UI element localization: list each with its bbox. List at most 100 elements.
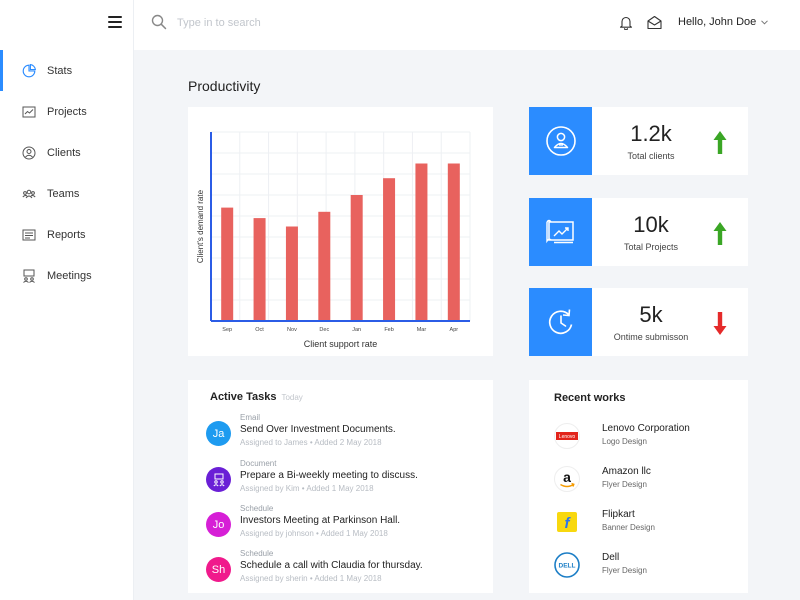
stat-icon-box [529,288,592,356]
productivity-chart-card: Sep Oct Nov Dec Jan Feb Mar Apr Client support r… [188,107,493,356]
team-icon [22,187,36,201]
user-circle-icon [22,146,36,160]
sidebar: Stats Projects Clients Teams Reports Mee… [0,0,134,600]
meetings-icon [22,269,36,283]
x-tick-label: Oct [255,327,264,333]
work-type: Banner Design [602,523,655,532]
task-type: Schedule [240,504,274,513]
chart-bar [415,163,428,321]
stat-card-ontime[interactable]: 5k Ontime submisson [529,288,748,356]
client-badge-icon [545,126,576,156]
task-title[interactable]: Prepare a Bi-weekly meeting to discuss. [240,470,418,481]
bell-icon[interactable] [619,15,633,30]
sidebar-item-stats[interactable]: Stats [0,50,134,91]
x-tick-label: Dec [319,327,329,333]
chart-bar [253,218,266,321]
avatar[interactable]: Ja [206,421,231,446]
avatar[interactable]: Sh [206,557,231,582]
dell-logo: DELL [554,552,580,578]
work-item[interactable]: a Amazon llc Flyer Design [554,462,744,496]
chart-bar [318,211,331,321]
task-item[interactable]: Jo Schedule Investors Meeting at Parkins… [206,504,486,548]
chevron-down-icon [761,19,769,25]
task-item[interactable]: Ja Email Send Over Investment Documents.… [206,413,486,457]
task-type: Schedule [240,549,274,558]
stat-label: Total clients [627,151,675,161]
active-tasks-subtitle: Today [281,393,303,402]
sidebar-item-label: Clients [47,146,81,159]
user-greeting: Hello, John Doe [678,16,757,28]
lenovo-logo: Lenovo [554,423,580,449]
productivity-bar-chart: Sep Oct Nov Dec Jan Feb Mar Apr Client support r… [196,131,471,349]
stat-label: Ontime submisson [613,332,689,342]
task-type: Document [240,459,277,468]
work-type: Flyer Design [602,566,647,575]
task-meta: Assigned by johnson • Added 1 May 2018 [240,529,388,538]
x-tick-label: Jan [352,327,361,333]
x-tick-label: Feb [384,327,393,333]
top-bar: Hello, John Doe [134,0,800,50]
projects-icon [22,105,36,119]
chart-bar [350,195,363,321]
lenovo-logo-text: Lenovo [559,434,576,440]
recent-works-title: Recent works [554,392,626,404]
amazon-logo-text: a [563,469,571,485]
work-item[interactable]: DELL Dell Flyer Design [554,548,744,582]
amazon-logo: a [554,466,580,492]
chart-bar [221,207,234,321]
work-type: Logo Design [602,437,647,446]
project-board-icon [545,219,574,244]
page-title: Productivity [188,78,261,94]
sidebar-item-reports[interactable]: Reports [0,214,134,255]
avatar[interactable] [206,467,231,492]
stat-value: 10k [633,212,669,237]
stat-icon-box [529,198,592,266]
sidebar-item-projects[interactable]: Projects [0,91,134,132]
arrow-up-icon [713,131,727,154]
sidebar-item-label: Stats [47,64,73,77]
work-item[interactable]: f Flipkart Banner Design [554,505,744,539]
flipkart-logo: f [557,512,577,532]
chart-bar [447,163,460,321]
task-title[interactable]: Investors Meeting at Parkinson Hall. [240,515,400,526]
arrow-down-icon [713,312,727,335]
sidebar-item-clients[interactable]: Clients [0,132,134,173]
x-tick-label: Mar [417,327,427,333]
y-axis-label: Client's demand rate [196,189,205,263]
sidebar-nav: Stats Projects Clients Teams Reports Mee… [0,50,134,296]
card-title: Active Tasks Today [210,391,303,403]
sidebar-item-label: Projects [47,105,87,118]
search-input[interactable] [177,12,377,34]
meeting-people-icon [212,473,225,486]
sidebar-item-meetings[interactable]: Meetings [0,255,134,296]
x-tick-label: Apr [450,327,459,333]
dell-logo-text: DELL [559,563,576,570]
active-tasks-card: Active Tasks Today Ja Email Send Over Inv… [188,380,493,593]
x-tick-label: Sep [222,327,232,333]
task-title[interactable]: Schedule a call with Claudia for thursda… [240,560,423,571]
stat-label: Total Projects [623,242,679,252]
sidebar-item-teams[interactable]: Teams [0,173,134,214]
user-menu[interactable]: Hello, John Doe [678,16,769,28]
task-meta: Assigned to James • Added 2 May 2018 [240,438,382,447]
stat-card-projects[interactable]: 10k Total Projects [529,198,748,266]
task-item[interactable]: Document Prepare a Bi-weekly meeting to … [206,459,486,503]
task-meta: Assigned by sherin • Added 1 May 2018 [240,574,382,583]
stat-card-clients[interactable]: 1.2k Total clients [529,107,748,175]
menu-toggle-icon[interactable] [108,16,122,28]
work-item[interactable]: Lenovo Lenovo Corporation Logo Design [554,419,744,453]
mail-icon[interactable] [647,15,662,30]
task-type: Email [240,413,261,422]
work-type: Flyer Design [602,480,647,489]
x-axis-label: Client support rate [304,339,378,349]
pie-chart-icon [22,63,36,78]
chart-bar [383,178,396,321]
work-name: Lenovo Corporation [602,423,690,434]
task-item[interactable]: Sh Schedule Schedule a call with Claudia… [206,549,486,593]
work-name: Amazon llc [602,466,651,477]
chart-bar [285,226,298,321]
stat-value: 5k [639,302,663,327]
search-icon[interactable] [151,14,167,30]
task-title[interactable]: Send Over Investment Documents. [240,424,396,435]
avatar[interactable]: Jo [206,512,231,537]
